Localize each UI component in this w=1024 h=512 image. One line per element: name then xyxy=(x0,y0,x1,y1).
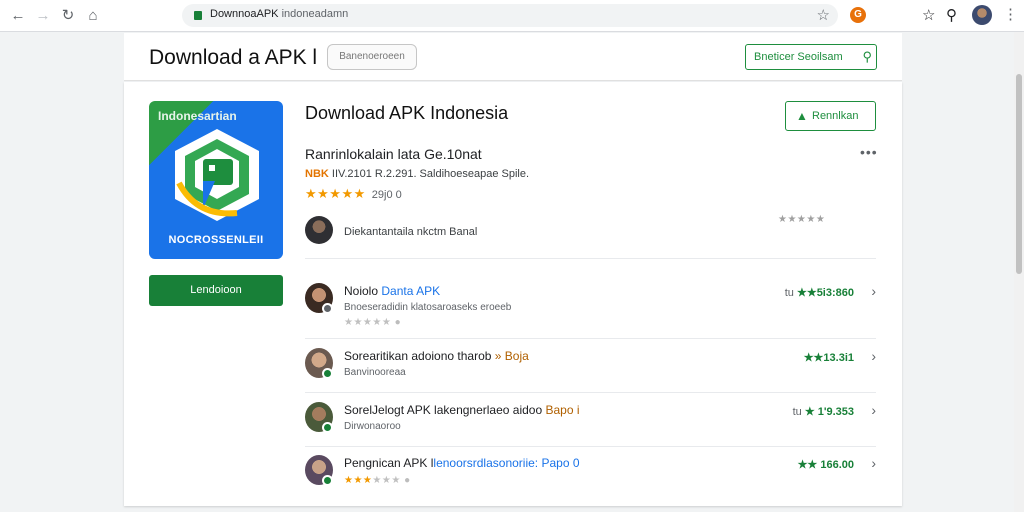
browser-toolbar: ← → ↻ ⌂ DownnoaAPK indoneadamn ☆ G ☆ ⚲ ⋮ xyxy=(0,0,1024,32)
list-item-title: Sorearitikan adoiono tharob » Boja xyxy=(344,349,529,363)
extension-icon[interactable]: G xyxy=(850,7,866,23)
header-search-button[interactable]: Bneticer Seoilsam ⚲ xyxy=(745,44,877,70)
address-bar[interactable]: DownnoaAPK indoneadamn ☆ xyxy=(182,4,838,27)
lock-icon xyxy=(194,11,202,20)
app-title: Download APK Indonesia xyxy=(305,103,509,123)
app-meta-text: IIV.2101 R.2.291. Saldihoeseapae Spile. xyxy=(328,168,530,180)
list-item-score: ★★13.3i1 xyxy=(803,352,854,364)
url-text: DownnoaAPK indoneadamn xyxy=(210,8,349,20)
app-rating-stars: ★★★★★ xyxy=(305,186,366,201)
app-meta: NBK IIV.2101 R.2.291. Saldihoeseapae Spi… xyxy=(305,168,529,180)
chevron-right-icon[interactable]: › xyxy=(871,348,876,364)
bookmark-star-icon[interactable]: ☆ xyxy=(817,6,830,24)
list-item[interactable]: Pengnican APK llenoorsrdlasonoriie: Papo… xyxy=(305,455,876,505)
developer-text[interactable]: Diekantantaila nkctm Banal xyxy=(344,226,477,238)
scroll-thumb[interactable] xyxy=(1016,74,1022,274)
install-button[interactable]: ▲ Rennlkan xyxy=(785,101,876,131)
site-title[interactable]: Download a APK l xyxy=(149,46,317,70)
status-badge xyxy=(322,475,333,486)
bookmarks-star-icon[interactable]: ☆ xyxy=(922,6,935,24)
list-item-score: tu ★ 1'9.353 xyxy=(792,406,854,418)
back-icon[interactable]: ← xyxy=(8,6,28,26)
header-search-label: Bneticer Seoilsam xyxy=(754,51,843,63)
status-badge xyxy=(322,303,333,314)
status-badge xyxy=(322,422,333,433)
list-item-score: tu ★★5i3:860 xyxy=(784,287,854,299)
divider xyxy=(305,258,876,259)
developer-stars: ★★★★★ xyxy=(778,214,826,225)
browser-menu-icon[interactable]: ⋮ xyxy=(1003,5,1018,23)
developer-avatar[interactable] xyxy=(305,216,333,244)
chevron-right-icon[interactable]: › xyxy=(871,283,876,299)
divider xyxy=(305,446,876,447)
app-subtitle: Ranrinlokalain lata Ge.10nat xyxy=(305,146,482,162)
download-button[interactable]: Lendoioon xyxy=(149,275,283,306)
app-icon-top-text: Indonesartian xyxy=(158,109,237,123)
person-icon: ▲ xyxy=(796,109,808,123)
chevron-right-icon[interactable]: › xyxy=(871,402,876,418)
search-icon: ⚲ xyxy=(862,49,872,64)
more-options-icon[interactable]: ••• xyxy=(860,144,878,160)
divider xyxy=(305,392,876,393)
list-item[interactable]: SorelJelogt APK lakengnerlaeo aidoo Bapo… xyxy=(305,402,876,452)
list-item-score: ★★ 166.00 xyxy=(797,459,854,471)
app-icon-bottom-text: NOCROSSENLEII xyxy=(168,234,264,246)
profile-avatar[interactable] xyxy=(972,5,992,25)
install-label: Rennlkan xyxy=(812,110,859,122)
list-item-title: Noiolo Danta APK xyxy=(344,284,441,298)
list-item-title: Pengnican APK llenoorsrdlasonoriie: Papo… xyxy=(344,456,580,470)
header-category-button[interactable]: Banenoeroeen xyxy=(327,44,417,70)
reload-icon[interactable]: ↻ xyxy=(58,6,78,26)
list-item-stars: ★★★★★ ● xyxy=(344,317,402,328)
list-item-title: SorelJelogt APK lakengnerlaeo aidoo Bapo… xyxy=(344,403,580,417)
status-badge xyxy=(322,368,333,379)
app-rating-count: 29j0 0 xyxy=(371,189,402,201)
forward-icon[interactable]: → xyxy=(33,6,53,26)
page-scrollbar[interactable] xyxy=(1014,32,1024,512)
list-item-subtitle: Banvinooreaa xyxy=(344,367,406,378)
chevron-right-icon[interactable]: › xyxy=(871,455,876,471)
app-detail-card: Indonesartian NOCROSSENLEII Lendoioon Do… xyxy=(124,82,902,506)
app-icon: Indonesartian NOCROSSENLEII xyxy=(149,101,283,259)
list-item-subtitle: Dirwonaoroo xyxy=(344,421,401,432)
home-icon[interactable]: ⌂ xyxy=(83,6,103,26)
app-rating: ★★★★★ 29j0 0 xyxy=(305,186,402,202)
app-logo-graphic xyxy=(175,129,259,221)
app-meta-tag: NBK xyxy=(305,168,329,180)
site-header: Download a APK l Banenoeroeen Bneticer S… xyxy=(124,33,902,81)
list-item-subtitle: Bnoeseradidin klatosaroaseks eroeeb xyxy=(344,302,512,313)
divider xyxy=(305,338,876,339)
list-item-stars: ★★★★★★ ● xyxy=(344,475,411,486)
list-item[interactable]: Noiolo Danta APK Bnoeseradidin klatosaro… xyxy=(305,283,876,333)
list-item[interactable]: Sorearitikan adoiono tharob » Boja Banvi… xyxy=(305,348,876,398)
extensions-puzzle-icon[interactable]: ⚲ xyxy=(946,6,957,24)
